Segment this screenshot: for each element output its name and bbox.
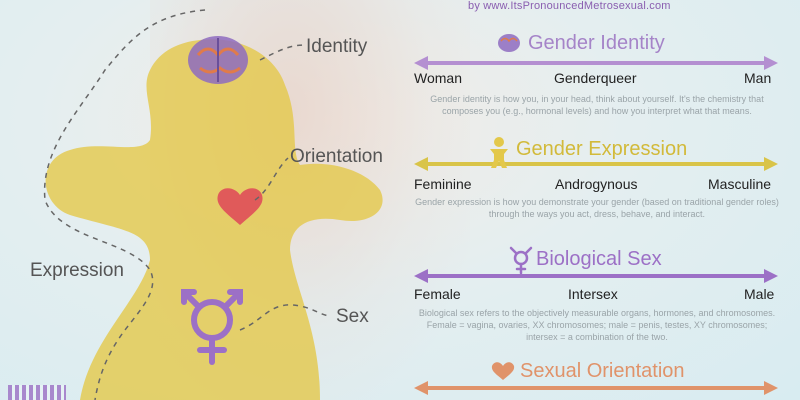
gender-identity-arrow	[414, 56, 778, 70]
gender-identity-description: Gender identity is how you, in your head…	[430, 94, 764, 116]
gender-expression-description: Gender expression is how you demonstrate…	[415, 197, 779, 219]
expression-label: Expression	[30, 260, 124, 281]
section-transgender-icon	[509, 246, 533, 275]
identity-label: Identity	[306, 36, 368, 57]
gender-identity-title: Gender Identity	[528, 32, 665, 54]
scale-right-label: Male	[744, 286, 775, 302]
gender-expression-title: Gender Expression	[516, 138, 688, 160]
site-credit[interactable]: by www.ItsPronouncedMetrosexual.com	[468, 0, 728, 12]
scale-left-label: Woman	[414, 70, 462, 86]
scale-middle-label: Intersex	[568, 286, 618, 302]
sex-label: Sex	[336, 306, 369, 327]
scale-left-label: Feminine	[414, 176, 472, 192]
orientation-label: Orientation	[290, 146, 383, 167]
scale-left-label: Female	[414, 286, 461, 302]
biological-sex-arrow	[414, 269, 778, 283]
biological-sex-title: Biological Sex	[536, 248, 662, 270]
brain-icon	[188, 36, 248, 84]
scale-right-label: Man	[744, 70, 772, 86]
biological-sex-description: Biological sex refers to the objectively…	[418, 308, 776, 342]
qr-code	[8, 385, 66, 400]
sexual-orientation-arrow	[414, 381, 778, 395]
section-heart-icon	[491, 362, 515, 380]
section-brain-icon	[498, 34, 520, 52]
sexual-orientation-title: Sexual Orientation	[520, 360, 685, 382]
scale-middle-label: Androgynous	[555, 176, 638, 192]
identity-connector	[259, 44, 306, 61]
scale-right-label: Masculine	[708, 176, 772, 192]
scale-middle-label: Genderqueer	[554, 70, 637, 86]
